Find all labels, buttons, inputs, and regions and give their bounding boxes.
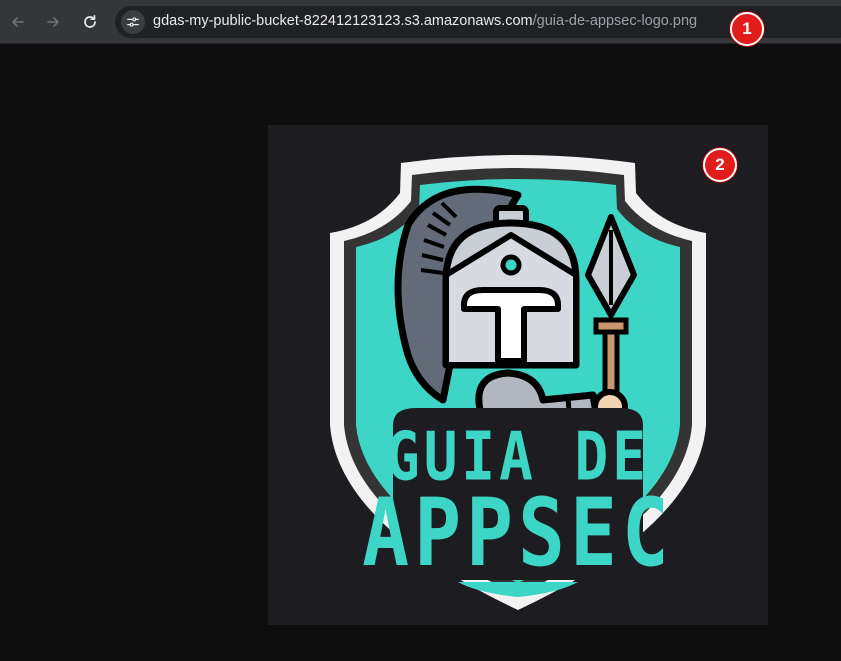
forward-button[interactable] bbox=[40, 9, 66, 35]
arrow-left-icon bbox=[12, 17, 24, 27]
reload-button[interactable] bbox=[77, 9, 103, 35]
url-path: /guia-de-appsec-logo.png bbox=[532, 13, 698, 29]
annotation-badge-2: 2 bbox=[703, 148, 737, 182]
annotation-badge-1: 1 bbox=[730, 12, 764, 46]
reload-icon bbox=[84, 14, 96, 28]
site-settings-icon bbox=[127, 17, 139, 27]
arrow-right-icon bbox=[47, 17, 59, 27]
url-text[interactable]: gdas-my-public-bucket-822412123123.s3.am… bbox=[153, 13, 697, 29]
site-info-button[interactable] bbox=[121, 10, 145, 34]
back-button[interactable] bbox=[5, 9, 31, 35]
appsec-logo-image: GUIA DE APPSEC bbox=[268, 125, 768, 625]
logo-title-line2: APPSEC bbox=[362, 480, 674, 588]
browser-toolbar: gdas-my-public-bucket-822412123123.s3.am… bbox=[0, 0, 841, 44]
url-host: gdas-my-public-bucket-822412123123.s3.am… bbox=[153, 13, 533, 29]
